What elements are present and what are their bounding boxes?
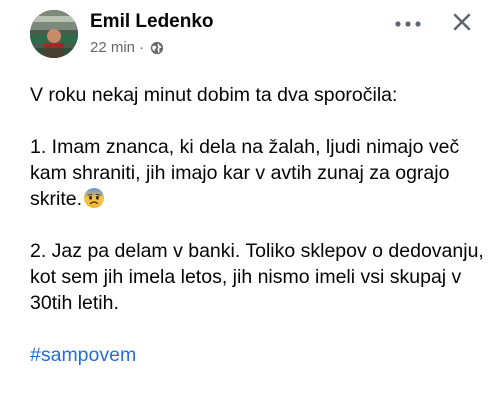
post-paragraph: V roku nekaj minut dobim ta dva sporočil… <box>30 82 485 108</box>
paragraph-text: 2. Jaz pa delam v banki. Toliko sklepov … <box>30 240 484 314</box>
close-icon <box>452 12 472 37</box>
post-meta: 22 min · <box>90 39 164 56</box>
anxious-face-with-sweat-icon <box>83 187 105 209</box>
post-header: Emil Ledenko 22 min · <box>30 8 490 62</box>
author-name[interactable]: Emil Ledenko <box>90 11 214 33</box>
paragraph-text: V roku nekaj minut dobim ta dva sporočil… <box>30 84 398 106</box>
post-body: V roku nekaj minut dobim ta dva sporočil… <box>30 82 485 368</box>
post-paragraph: 1. Imam znanca, ki dela na žalah, ljudi … <box>30 134 485 212</box>
close-button[interactable] <box>446 8 478 40</box>
post-paragraph: #sampovem <box>30 342 485 368</box>
more-options-button[interactable] <box>390 10 426 38</box>
globe-icon <box>150 41 164 55</box>
post-time[interactable]: 22 min <box>90 39 135 56</box>
more-horizontal-icon <box>394 15 422 33</box>
post-card: Emil Ledenko 22 min · V roku nekaj minut… <box>0 0 500 405</box>
meta-separator: · <box>139 39 145 56</box>
avatar[interactable] <box>30 10 78 58</box>
hashtag-link[interactable]: #sampovem <box>30 344 136 366</box>
post-paragraph: 2. Jaz pa delam v banki. Toliko sklepov … <box>30 238 485 316</box>
